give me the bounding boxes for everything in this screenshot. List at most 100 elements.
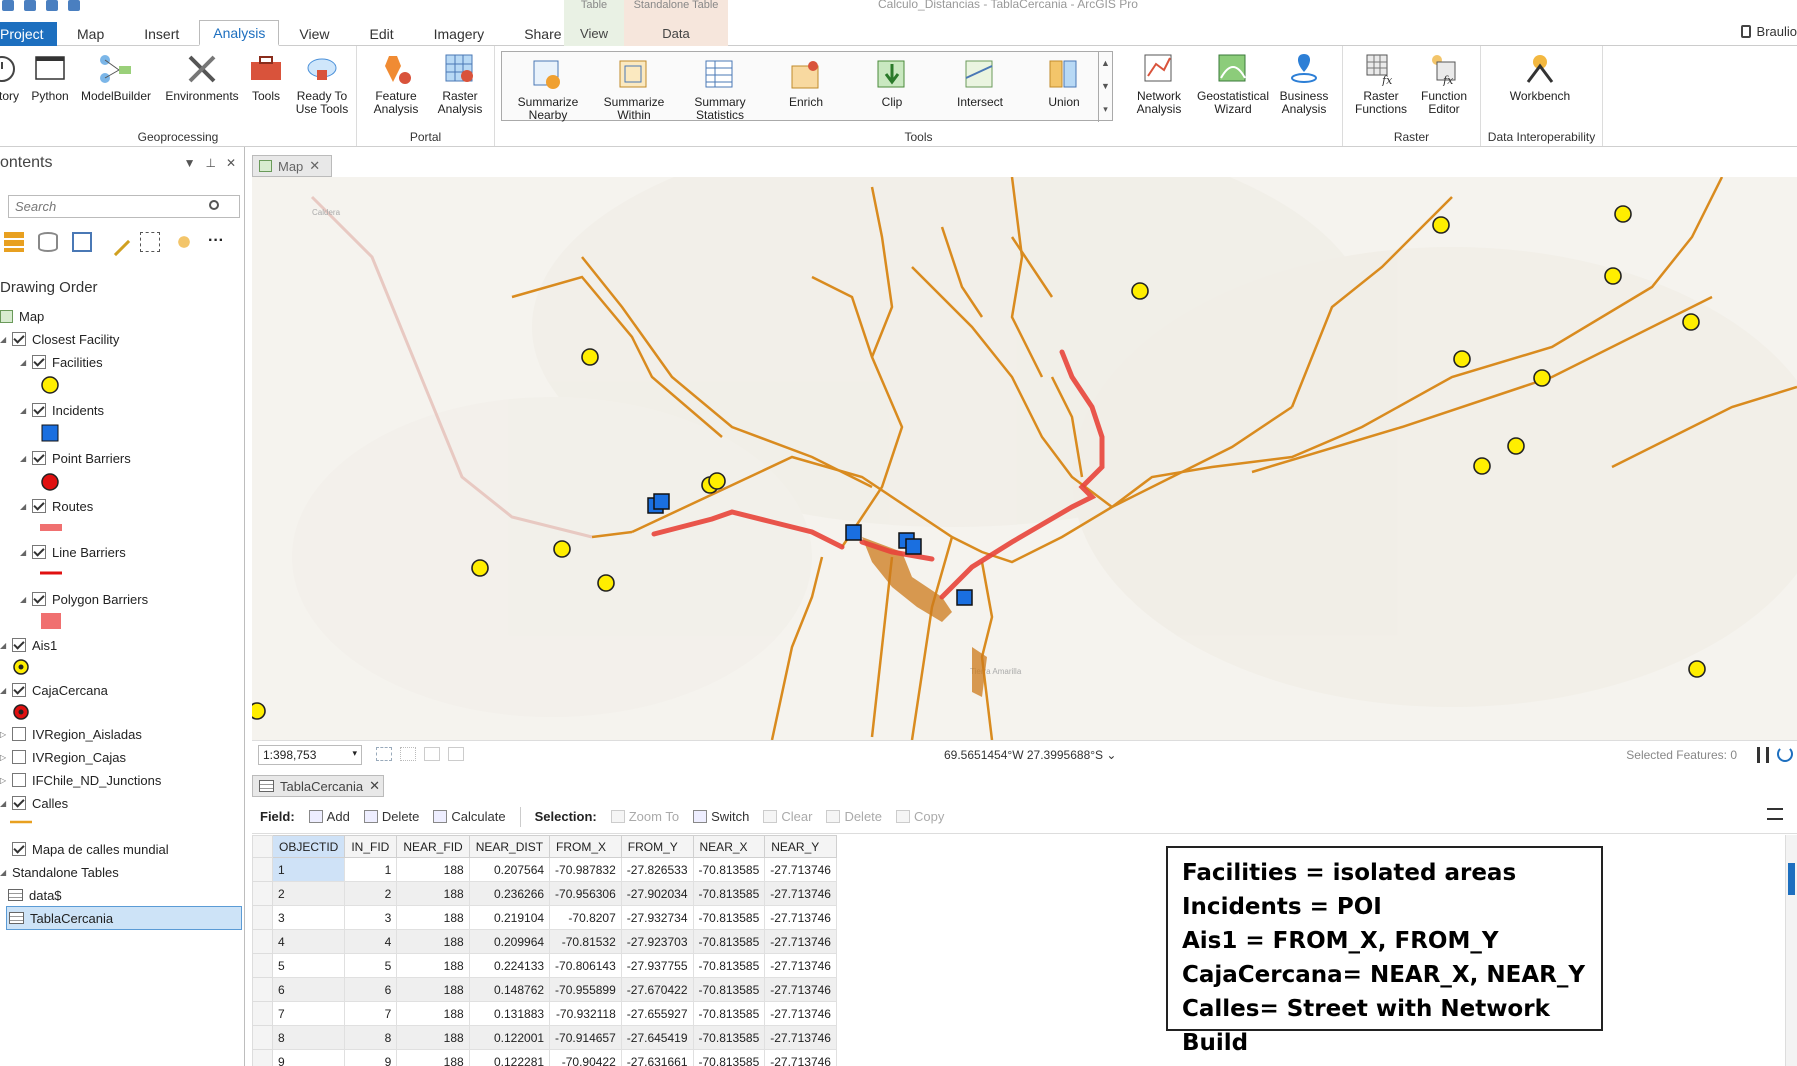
redo-icon[interactable] (68, 0, 80, 11)
environments-button[interactable]: Environments (162, 52, 242, 103)
pause-icon[interactable] (1757, 747, 1769, 763)
table-row[interactable]: 2 2 188 0.236266 -70.956306 -27.902034 -70.813… (252, 881, 837, 906)
collapse-icon[interactable]: ◢ (0, 641, 8, 650)
table-cell-from-y[interactable]: -27.923703 (620, 929, 694, 954)
list-by-labeling-icon[interactable] (174, 232, 194, 252)
table-cell-objectid[interactable]: 9 (271, 1049, 346, 1066)
function-editor-button[interactable]: fx Function Editor (1413, 52, 1475, 116)
toc-item-ifchile-junctions[interactable]: ▷ IFChile_ND_Junctions (0, 770, 161, 790)
collapse-icon[interactable]: ◢ (20, 454, 28, 463)
list-by-selection-icon[interactable] (72, 232, 92, 252)
tab-view[interactable]: View (279, 22, 349, 46)
open-icon[interactable] (2, 0, 14, 11)
column-header-near-y[interactable]: NEAR_Y (764, 835, 837, 858)
switch-selection-button[interactable]: Switch (693, 809, 749, 824)
toc-item-ivregion-cajas[interactable]: ▷ IVRegion_Cajas (0, 747, 126, 767)
collapse-icon[interactable]: ◢ (20, 406, 28, 415)
tab-map-view[interactable]: Map ✕ (252, 155, 332, 177)
toc-item-facilities[interactable]: ◢ Facilities (20, 352, 103, 372)
save-icon[interactable] (24, 0, 36, 11)
toc-item-line-barriers[interactable]: ◢ Line Barriers (20, 542, 126, 562)
summary-statistics-button[interactable]: Summary Statistics (682, 58, 758, 122)
toc-item-ivregion-aisladas[interactable]: ▷ IVRegion_Aisladas (0, 724, 142, 744)
toc-item-data[interactable]: data$ (8, 885, 62, 905)
feature-analysis-button[interactable]: Feature Analysis (365, 52, 427, 116)
close-icon[interactable]: ✕ (309, 158, 320, 174)
table-cell-from-y[interactable]: -27.826533 (620, 857, 694, 882)
snap-icon[interactable] (400, 747, 416, 761)
table-cell-near-dist[interactable]: 0.236266 (468, 881, 551, 906)
collapse-icon[interactable]: ◢ (20, 502, 28, 511)
table-cell-near-x[interactable]: -70.813585 (692, 881, 766, 906)
row-header[interactable] (252, 905, 273, 930)
table-cell-near-y[interactable]: -27.713746 (764, 977, 837, 1002)
toc-item-standalone-tables[interactable]: ◢ Standalone Tables (0, 862, 119, 882)
table-cell-near-y[interactable]: -27.713746 (764, 905, 837, 930)
column-header-from-y[interactable]: FROM_Y (620, 835, 694, 858)
table-cell-objectid[interactable]: 8 (271, 1025, 346, 1050)
collapse-icon[interactable]: ◢ (0, 335, 8, 344)
table-row[interactable]: 3 3 188 0.219104 -70.8207 -27.932734 -70.81358… (252, 905, 837, 930)
close-icon[interactable]: ✕ (226, 156, 236, 170)
toc-item-closest-facility[interactable]: ◢ Closest Facility (0, 329, 119, 349)
list-by-drawing-order-icon[interactable] (4, 232, 24, 252)
summarize-nearby-button[interactable]: Summarize Nearby (510, 58, 586, 122)
tab-project[interactable]: Project (0, 22, 57, 46)
toc-item-incidents[interactable]: ◢ Incidents (20, 400, 104, 420)
table-cell-objectid[interactable]: 5 (271, 953, 346, 978)
table-cell-near-y[interactable]: -27.713746 (764, 857, 837, 882)
table-row[interactable]: 7 7 188 0.131883 -70.932118 -27.655927 -70.813… (252, 1001, 837, 1026)
collapse-icon[interactable]: ◢ (0, 868, 8, 877)
map-canvas[interactable]: Caldera Tierra Amarilla (252, 177, 1797, 740)
collapse-icon[interactable]: ◢ (20, 595, 28, 604)
layer-checkbox[interactable] (12, 332, 26, 346)
table-row[interactable]: 5 5 188 0.224133 -70.806143 -27.937755 -70.813… (252, 953, 837, 978)
delete-selection-button[interactable]: Delete (826, 809, 882, 824)
row-header[interactable] (252, 857, 273, 882)
toc-item-polygon-barriers[interactable]: ◢ Polygon Barriers (20, 589, 148, 609)
table-cell-near-y[interactable]: -27.713746 (764, 1025, 837, 1050)
layer-checkbox[interactable] (12, 727, 26, 741)
collapse-icon[interactable]: ◢ (0, 799, 8, 808)
grid-icon[interactable] (376, 747, 392, 761)
table-cell-from-x[interactable]: -70.90422 (549, 1049, 622, 1066)
expand-icon[interactable]: ▷ (0, 753, 8, 762)
undo-icon[interactable] (46, 0, 58, 11)
table-cell-near-fid[interactable]: 188 (396, 905, 470, 930)
tab-standalone-data[interactable]: Data (624, 26, 728, 41)
row-header[interactable] (252, 977, 273, 1002)
table-cell-from-y[interactable]: -27.937755 (620, 953, 694, 978)
table-cell-from-y[interactable]: -27.655927 (620, 1001, 694, 1026)
table-cell-near-x[interactable]: -70.813585 (692, 1025, 766, 1050)
table-cell-from-y[interactable]: -27.902034 (620, 881, 694, 906)
table-cell-near-x[interactable]: -70.813585 (692, 857, 766, 882)
table-cell-near-dist[interactable]: 0.122001 (468, 1025, 551, 1050)
tools-button[interactable]: Tools (246, 52, 286, 103)
collapse-icon[interactable]: ◢ (0, 686, 8, 695)
table-cell-near-dist[interactable]: 0.148762 (468, 977, 551, 1002)
column-header-near-dist[interactable]: NEAR_DIST (468, 835, 551, 858)
table-cell-near-dist[interactable]: 0.209964 (468, 929, 551, 954)
table-cell-in-fid[interactable]: 5 (344, 953, 398, 978)
contents-search-input[interactable]: Search (8, 195, 240, 218)
column-header-in-fid[interactable]: IN_FID (344, 835, 398, 858)
table-scrollbar[interactable] (1785, 835, 1797, 1066)
layer-checkbox[interactable] (12, 750, 26, 764)
layer-checkbox[interactable] (32, 451, 46, 465)
business-analysis-button[interactable]: Business Analysis (1271, 52, 1337, 116)
geostatistical-wizard-button[interactable]: Geostatistical Wizard (1193, 52, 1273, 116)
union-button[interactable]: Union (1026, 58, 1102, 109)
calculate-field-button[interactable]: Calculate (433, 809, 506, 824)
table-cell-near-dist[interactable]: 0.122281 (468, 1049, 551, 1066)
table-grid-icon[interactable] (424, 747, 440, 761)
tab-share[interactable]: Share (504, 22, 581, 46)
close-icon[interactable]: ✕ (369, 778, 380, 794)
tab-imagery[interactable]: Imagery (414, 22, 505, 46)
python-button[interactable]: Python (28, 52, 72, 103)
table-cell-from-x[interactable]: -70.81532 (549, 929, 622, 954)
row-header[interactable] (252, 1049, 273, 1066)
toc-item-tablacercania[interactable]: TablaCercania (6, 906, 242, 930)
column-header-objectid[interactable]: OBJECTID (271, 835, 346, 858)
tab-tablacercania[interactable]: TablaCercania ✕ (252, 775, 384, 797)
table-cell-near-y[interactable]: -27.713746 (764, 953, 837, 978)
